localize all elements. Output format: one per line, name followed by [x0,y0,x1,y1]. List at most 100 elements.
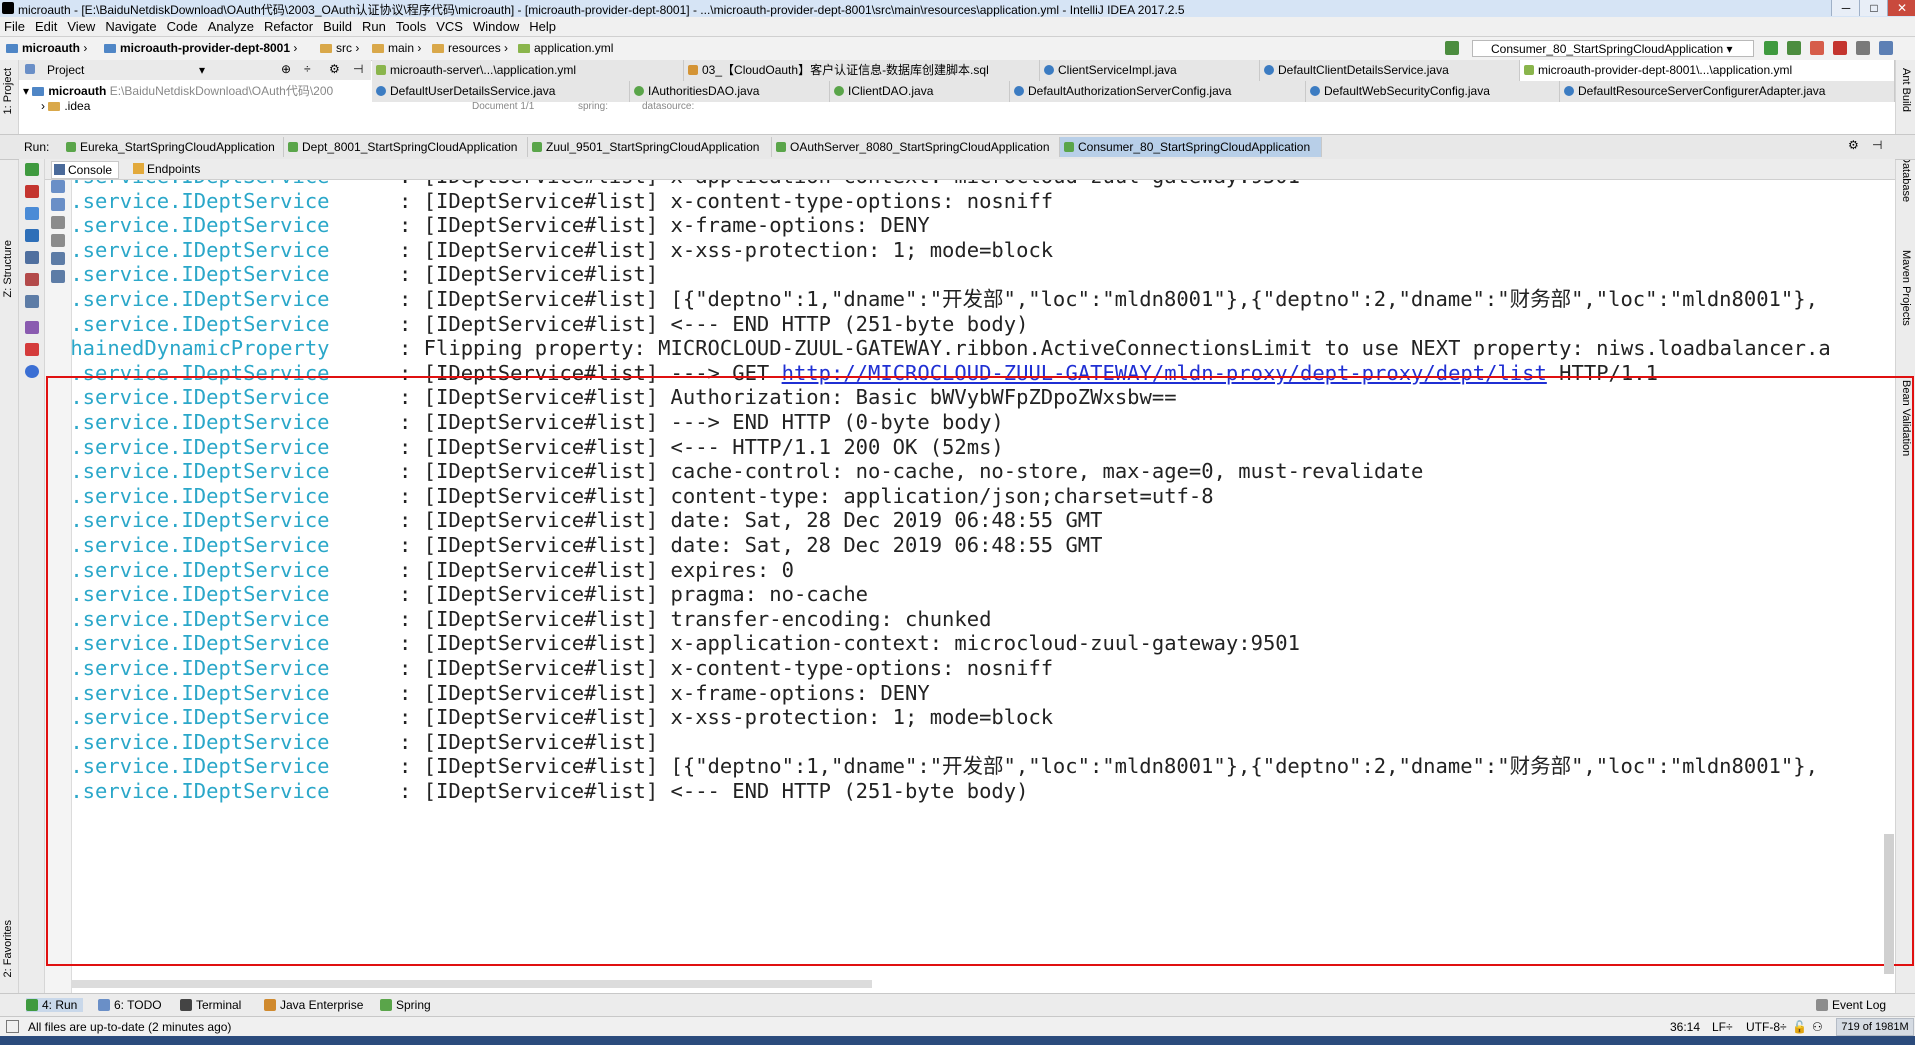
breadcrumb-src[interactable]: src › [320,41,359,55]
tab-microauth-server-application-yml[interactable]: microauth-server\...\application.yml [372,60,684,81]
menu-refactor[interactable]: Refactor [260,17,319,36]
collapse-icon[interactable]: ÷ [304,62,311,76]
project-tool-tab[interactable]: 1: Project [2,68,14,114]
lock-icon[interactable]: 🔓 [1792,1020,1807,1034]
close-button[interactable]: ✕ [1887,0,1915,16]
memory-indicator[interactable]: 719 of 1981M [1836,1018,1914,1036]
line-separator[interactable]: LF÷ [1712,1020,1733,1034]
menu-file[interactable]: File [0,17,31,36]
layout-icon[interactable] [25,295,39,308]
notifications-icon[interactable]: ⚇ [1812,1020,1823,1034]
database-tool-tab[interactable]: Database [1900,155,1912,202]
tab-default-web-security-config[interactable]: DefaultWebSecurityConfig.java [1306,81,1560,102]
bottom-tab-run[interactable]: 4: Run [26,998,84,1012]
menu-window[interactable]: Window [469,17,525,36]
sdk-icon[interactable] [1879,41,1893,55]
menu-run[interactable]: Run [358,17,392,36]
run-icon[interactable] [1764,41,1778,55]
bottom-tab-terminal[interactable]: Terminal [180,998,241,1012]
rerun-icon[interactable] [25,163,39,176]
run-tab-zuul-9501[interactable]: Zuul_9501_StartSpringCloudApplication [528,137,772,157]
bottom-tab-java-enterprise[interactable]: Java Enterprise [264,998,363,1012]
up-arrow-icon[interactable] [51,180,65,193]
tab-default-client-details-service[interactable]: DefaultClientDetailsService.java [1260,60,1520,81]
close-icon[interactable] [25,343,39,356]
maven-projects-tool-tab[interactable]: Maven Projects [1900,250,1912,326]
menu-view[interactable]: View [63,17,101,36]
console-output[interactable]: i.service.IDeptService: [IDeptService#li… [72,180,1882,970]
breadcrumb-microauth[interactable]: microauth › [6,41,87,55]
exit-icon[interactable] [25,273,39,286]
caret-position[interactable]: 36:14 [1670,1020,1700,1034]
breadcrumb-resources[interactable]: resources › [432,41,508,55]
bottom-tab-event-log[interactable]: Event Log [1816,998,1886,1012]
clear-all-icon[interactable] [51,270,65,283]
structure-tool-tab[interactable]: Z: Structure [2,240,14,297]
breadcrumb-file[interactable]: application.yml [518,41,613,55]
tab-endpoints[interactable]: Endpoints [131,161,200,177]
tab-default-user-details-service[interactable]: DefaultUserDetailsService.java [372,81,630,102]
menu-help[interactable]: Help [525,17,562,36]
project-structure-icon[interactable] [1856,41,1870,55]
breadcrumb-module[interactable]: microauth-provider-dept-8001 › [104,41,297,55]
run-config-select[interactable]: Consumer_80_StartSpringCloudApplication … [1472,40,1754,57]
vertical-scrollbar[interactable] [1884,834,1894,974]
gear-icon[interactable]: ⚙ [1848,138,1859,152]
pin-icon[interactable] [25,321,39,334]
stop-icon[interactable] [25,185,39,198]
tab-sql-script[interactable]: 03_【CloudOauth】客户认证信息-数据库创建脚本.sql [684,60,1040,81]
bottom-tab-todo[interactable]: 6: TODO [98,998,162,1012]
help-icon[interactable] [25,365,39,378]
print-icon[interactable] [51,252,65,265]
chevron-down-icon[interactable]: ▾ [199,63,205,77]
scroll-to-end-icon[interactable] [51,234,65,247]
ant-build-tool-tab[interactable]: Ant Build [1900,68,1912,112]
menu-vcs[interactable]: VCS [432,17,469,36]
tab-iclient-dao[interactable]: IClientDAO.java [830,81,1010,102]
tab-provider-dept-application-yml[interactable]: microauth-provider-dept-8001\...\applica… [1520,60,1895,81]
menu-analyze[interactable]: Analyze [204,17,260,36]
dump-threads-icon[interactable] [25,229,39,242]
coverage-icon[interactable] [1810,41,1824,55]
maximize-button[interactable]: □ [1859,0,1888,16]
menu-code[interactable]: Code [163,17,204,36]
tab-iauthorities-dao[interactable]: IAuthoritiesDAO.java [630,81,830,102]
tab-client-service-impl[interactable]: ClientServiceImpl.java [1040,60,1260,81]
tab-default-authorization-server-config[interactable]: DefaultAuthorizationServerConfig.java [1010,81,1306,102]
run-tab-oauth-server-8080[interactable]: OAuthServer_8080_StartSpringCloudApplica… [772,137,1060,157]
horizontal-scrollbar[interactable] [72,980,872,988]
down-arrow-icon[interactable] [51,198,65,211]
screenshot-icon[interactable] [25,251,39,264]
menu-edit[interactable]: Edit [31,17,63,36]
console-tab-bar: Console Endpoints [19,159,1895,180]
bottom-tab-spring[interactable]: Spring [380,998,431,1012]
stop-icon[interactable] [1833,41,1847,55]
build-icon[interactable] [1445,41,1459,55]
gear-icon[interactable]: ⚙ [329,62,340,76]
tool-windows-icon[interactable] [6,1020,19,1033]
bean-validation-tool-tab[interactable]: Bean Validation [1900,380,1912,456]
breadcrumb-main[interactable]: main › [372,41,421,55]
run-tab-consumer-80[interactable]: Consumer_80_StartSpringCloudApplication [1060,137,1322,157]
menu-build[interactable]: Build [319,17,358,36]
minimize-button[interactable]: ─ [1831,0,1860,16]
tab-default-resource-server-configurer-adapter[interactable]: DefaultResourceServerConfigurerAdapter.j… [1560,81,1895,102]
soft-wrap-icon[interactable] [51,216,65,229]
project-view-select[interactable]: Project [47,63,84,77]
hide-panel-icon[interactable]: ⊣ [1872,138,1882,152]
run-tab-eureka[interactable]: Eureka_StartSpringCloudApplication [62,137,284,157]
tree-item-idea[interactable]: › .idea [41,99,90,113]
pause-icon[interactable] [25,207,39,220]
tab-console[interactable]: Console [51,161,120,179]
run-tab-dept-8001[interactable]: Dept_8001_StartSpringCloudApplication [284,137,528,157]
target-icon[interactable]: ⊕ [281,62,291,76]
log-url-link[interactable]: http://MICROCLOUD-ZUUL-GATEWAY/mldn-prox… [782,361,1547,385]
debug-icon[interactable] [1787,41,1801,55]
tree-root-microauth[interactable]: ▾ microauth E:\BaiduNetdiskDownload\OAut… [23,82,333,99]
file-encoding[interactable]: UTF-8÷ [1746,1020,1787,1034]
menu-tools[interactable]: Tools [392,17,432,36]
favorites-tool-tab[interactable]: 2: Favorites [2,920,14,977]
hide-icon[interactable]: ⊣ [353,62,363,76]
menu-navigate[interactable]: Navigate [101,17,162,36]
log-message-text: : [IDeptService#list] [399,729,659,754]
